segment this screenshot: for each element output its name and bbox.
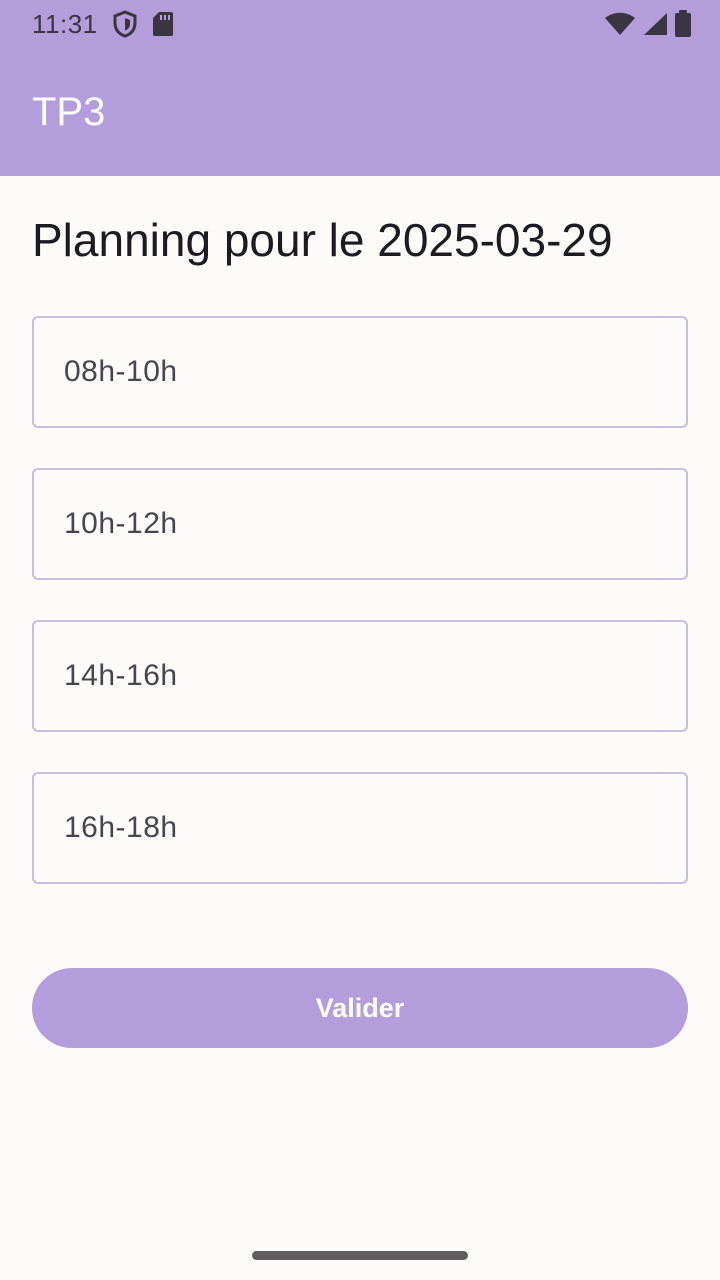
status-bar: 11:31 [0, 0, 720, 48]
app-bar: TP3 [0, 48, 720, 176]
status-right [604, 10, 692, 38]
status-time: 11:31 [32, 8, 98, 39]
app-title: TP3 [32, 89, 106, 134]
slot-field[interactable]: 14h-16h [32, 620, 688, 732]
battery-icon [674, 10, 692, 38]
slot-value: 10h-12h [64, 507, 178, 540]
status-left: 11:31 [32, 9, 174, 40]
main-content: Planning pour le 2025-03-29 08h-10h 10h-… [32, 176, 688, 884]
sd-card-icon [152, 11, 174, 37]
slot-field[interactable]: 08h-10h [32, 316, 688, 428]
validate-button[interactable]: Valider [32, 968, 688, 1048]
slot-field[interactable]: 10h-12h [32, 468, 688, 580]
slot-list: 08h-10h 10h-12h 14h-16h 16h-18h [32, 316, 688, 884]
slot-value: 14h-16h [64, 659, 178, 692]
slot-value: 08h-10h [64, 355, 178, 388]
slot-field[interactable]: 16h-18h [32, 772, 688, 884]
slot-value: 16h-18h [64, 811, 178, 844]
shield-icon [112, 10, 138, 38]
wifi-icon [604, 12, 636, 36]
screen: 11:31 TP3 Planning pour le 2025-03-29 08… [0, 0, 720, 1280]
gesture-nav-handle[interactable] [252, 1251, 468, 1260]
page-title: Planning pour le 2025-03-29 [32, 214, 613, 266]
cell-signal-icon [642, 12, 668, 36]
